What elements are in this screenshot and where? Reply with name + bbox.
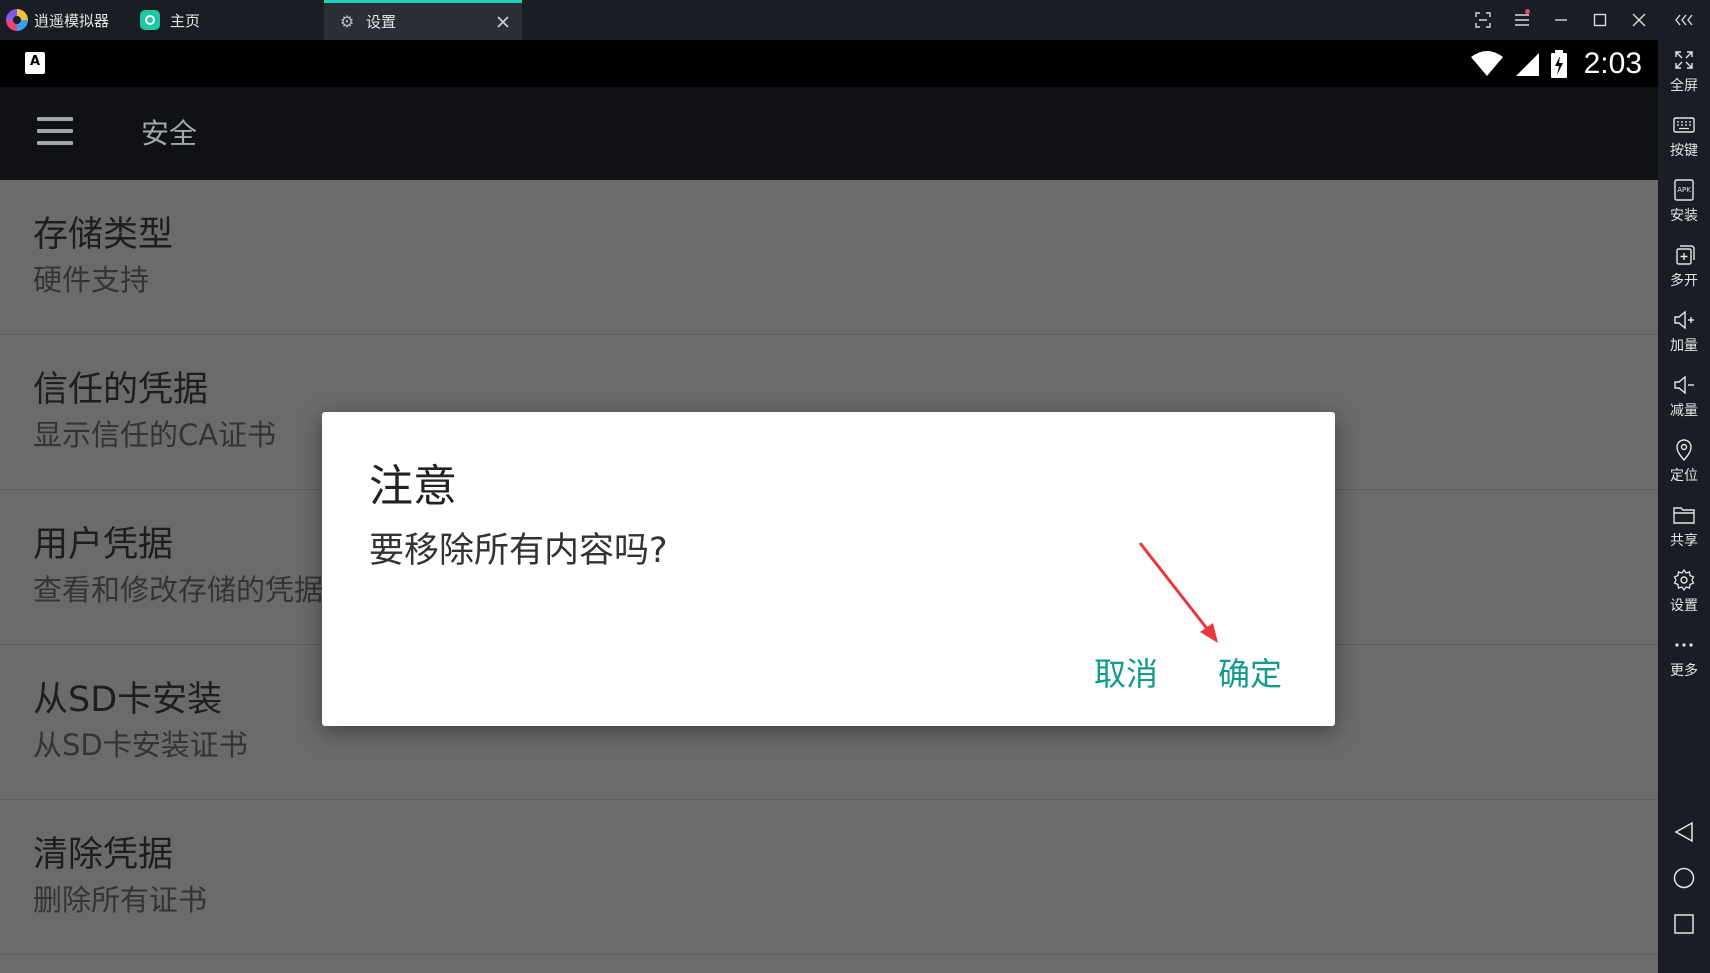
tab-home[interactable]: 主页 [126,0,324,40]
menu-lines-icon [1514,14,1529,26]
list-item-title: 存储类型 [33,215,174,255]
apk-icon: APK [1674,179,1694,201]
sidebar-item-volume-down[interactable]: 减量 [1658,373,1710,433]
input-indicator: A [25,52,45,74]
list-item-subtitle: 硬件支持 [33,263,150,297]
volume-down-icon [1674,375,1694,395]
android-screen: A 2:03 安全 存储类型 硬件支持 信任的凭据 显示信任的CA证书 用户凭据… [0,40,1658,973]
list-item-storage-type[interactable]: 存储类型 硬件支持 [0,180,1658,335]
minimize-icon [1554,19,1567,21]
cellular-signal-icon [1515,52,1539,76]
folder-icon [1673,507,1695,524]
chevrons-left-icon [1675,14,1693,26]
list-item-subtitle: 从SD卡安装证书 [33,728,248,762]
emulator-app-name: 逍遥模拟器 [34,11,110,30]
status-time: 2:03 [1583,46,1642,80]
maximize-button[interactable] [1580,0,1619,40]
cancel-button[interactable]: 取消 [1094,649,1158,695]
emulator-brand: 逍遥模拟器 [6,9,109,31]
volume-up-icon [1674,310,1694,330]
fullscreen-icon [1675,51,1693,69]
hamburger-menu-icon[interactable] [37,117,73,145]
emulator-titlebar: 逍遥模拟器 主页 ⚙ 设置 [0,0,1710,40]
home-app-icon [140,10,160,30]
dialog-message: 要移除所有内容吗? [369,531,668,571]
dialog-title: 注意 [369,461,457,512]
sidebar-item-label: 共享 [1670,533,1698,549]
collapse-sidebar-button[interactable] [1658,0,1710,40]
settings-app-bar: 安全 [0,87,1658,180]
notification-dot [1525,9,1530,14]
status-icons: 2:03 [1470,40,1642,87]
recent-apps-icon[interactable] [1672,912,1696,936]
sidebar-item-label: 按键 [1670,143,1698,159]
keyboard-icon [1673,117,1695,133]
tab-close-icon[interactable] [494,13,512,31]
sidebar-item-label: 减量 [1670,403,1698,419]
sidebar-item-label: 安装 [1670,208,1698,224]
screenshot-button[interactable] [1463,0,1502,40]
sidebar-item-label: 设置 [1670,598,1698,614]
sidebar-item-install[interactable]: APK 安装 [1658,178,1710,238]
battery-charging-icon [1550,49,1567,78]
location-icon [1676,439,1692,462]
minimize-button[interactable] [1541,0,1580,40]
maximize-icon [1593,13,1606,27]
annotation-arrow-icon [1138,542,1218,643]
gear-icon [1673,568,1695,592]
sidebar-item-settings[interactable]: 设置 [1658,568,1710,628]
window-controls [1463,0,1710,40]
close-icon [1631,13,1646,27]
confirm-button[interactable]: 确定 [1218,649,1282,695]
sidebar-item-share[interactable]: 共享 [1658,503,1710,563]
android-status-bar: A 2:03 [0,40,1658,87]
settings-gear-icon: ⚙ [339,12,355,31]
tab-settings-label: 设置 [366,13,397,31]
emulator-sidebar: 全屏 按键 APK 安装 多开 加量 减量 定位 共享 设置 更多 [1658,40,1710,973]
sidebar-item-volume-up[interactable]: 加量 [1658,308,1710,368]
sidebar-item-fullscreen[interactable]: 全屏 [1658,48,1710,108]
menu-button[interactable] [1502,0,1541,40]
tab-settings[interactable]: ⚙ 设置 [324,0,522,40]
list-item-clear-credentials[interactable]: 清除凭据 删除所有证书 [0,800,1658,955]
wifi-icon [1470,50,1503,76]
more-icon [1675,643,1693,647]
sidebar-item-label: 更多 [1670,663,1698,679]
list-item-subtitle: 删除所有证书 [33,883,208,917]
emulator-logo-icon [6,9,28,31]
page-title: 安全 [141,117,198,150]
sidebar-item-keyboard[interactable]: 按键 [1658,113,1710,173]
svg-text:APK: APK [1677,186,1691,194]
home-icon[interactable] [1672,866,1696,890]
screenshot-icon [1474,12,1491,28]
sidebar-item-label: 全屏 [1670,78,1698,94]
sidebar-item-location[interactable]: 定位 [1658,438,1710,498]
close-window-button[interactable] [1619,0,1658,40]
sidebar-item-label: 定位 [1670,468,1698,484]
back-icon[interactable] [1672,820,1696,844]
sidebar-item-label: 多开 [1670,273,1698,289]
sidebar-item-more[interactable]: 更多 [1658,633,1710,693]
multi-instance-icon [1676,245,1695,265]
sidebar-item-label: 加量 [1670,338,1698,354]
sidebar-item-multi-instance[interactable]: 多开 [1658,243,1710,303]
list-item-title: 清除凭据 [33,835,174,875]
list-item-title: 信任的凭据 [33,370,209,410]
tab-home-label: 主页 [170,11,201,30]
